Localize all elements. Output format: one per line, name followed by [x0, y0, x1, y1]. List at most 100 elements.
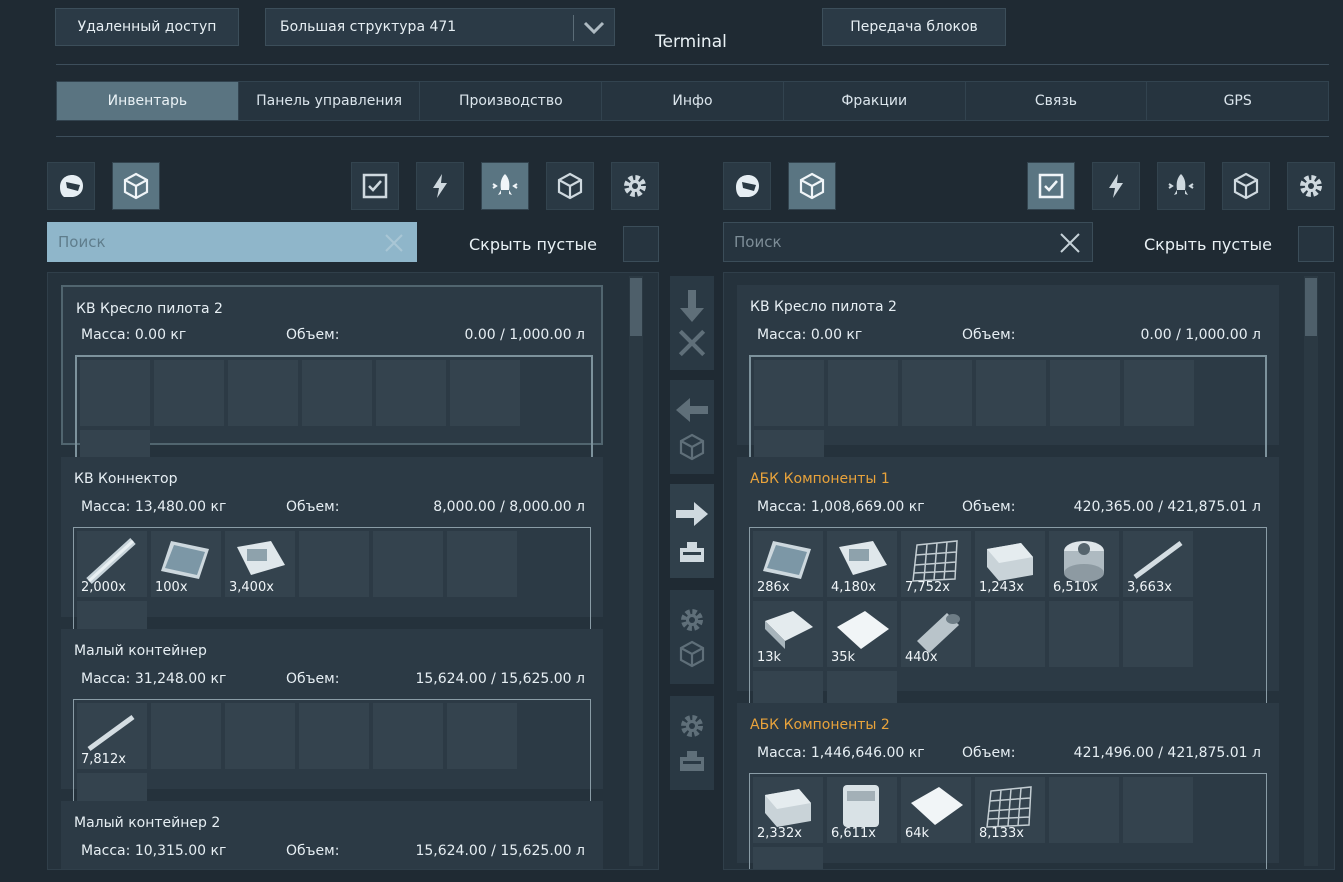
item-slot[interactable]: 286x: [753, 531, 823, 597]
right-filter-energy-button[interactable]: [1092, 162, 1140, 210]
item-slot[interactable]: 6,510x: [1049, 531, 1119, 597]
left-hide-empty-label: Скрыть пустые: [469, 235, 597, 254]
left-filter-storage-button[interactable]: [546, 162, 594, 210]
item-slot[interactable]: 4,180x: [827, 531, 897, 597]
right-filter-all-button[interactable]: [1027, 162, 1075, 210]
tab-production[interactable]: Производство: [420, 82, 603, 120]
grid-select-dropdown[interactable]: Большая структура 471: [265, 8, 615, 46]
inventory-slot[interactable]: [828, 360, 898, 426]
left-hide-empty-checkbox[interactable]: [623, 226, 659, 262]
inventory-slot[interactable]: [1123, 777, 1193, 843]
clear-icon[interactable]: [1058, 231, 1082, 255]
item-slot[interactable]: 64k: [901, 777, 971, 843]
right-filter-ship-button[interactable]: [1157, 162, 1205, 210]
right-scrollbar[interactable]: [1304, 276, 1318, 866]
inventory-slot[interactable]: [373, 531, 443, 597]
helmet-icon: [60, 175, 83, 197]
item-count: 1,243x: [979, 580, 1024, 595]
grid-settings-button[interactable]: [670, 590, 714, 684]
item-slot[interactable]: 6,611x: [827, 777, 897, 843]
left-card-small-container[interactable]: Малый контейнер Масса: 31,248.00 кг Объе…: [61, 629, 603, 843]
inventory-slot[interactable]: [1124, 360, 1194, 426]
inventory-slot[interactable]: [299, 531, 369, 597]
item-slot[interactable]: 1,243x: [975, 531, 1045, 597]
right-card-components-1[interactable]: АБК Компоненты 1 Масса: 1,008,669.00 кг …: [737, 457, 1279, 741]
item-slot[interactable]: 7,752x: [901, 531, 971, 597]
tab-gps[interactable]: GPS: [1147, 82, 1328, 120]
tab-info[interactable]: Инфо: [602, 82, 784, 120]
inventory-slot[interactable]: [447, 703, 517, 769]
inventory-slot[interactable]: [154, 360, 224, 426]
tab-inventory[interactable]: Инвентарь: [57, 82, 239, 120]
right-grid-filter-button[interactable]: [788, 162, 836, 210]
item-slot-tube[interactable]: 7,812x: [77, 703, 147, 769]
left-filter-all-button[interactable]: [351, 162, 399, 210]
inventory-slot[interactable]: [902, 360, 972, 426]
left-filter-ship-button[interactable]: [481, 162, 529, 210]
right-search-input[interactable]: Поиск: [723, 222, 1093, 262]
inventory-slot[interactable]: [976, 360, 1046, 426]
item-slot[interactable]: 2,332x: [753, 777, 823, 843]
item-slot[interactable]: 440x: [901, 601, 971, 667]
inventory-slot[interactable]: [151, 703, 221, 769]
tab-comms[interactable]: Связь: [966, 82, 1148, 120]
transfer-right-container-button[interactable]: [670, 484, 714, 578]
inventory-slot[interactable]: [754, 360, 824, 426]
inventory-slot[interactable]: [450, 360, 520, 426]
inventory-slot[interactable]: [302, 360, 372, 426]
tab-factions[interactable]: Фракции: [784, 82, 966, 120]
right-scrollbar-thumb[interactable]: [1305, 278, 1317, 336]
clear-icon[interactable]: [382, 231, 406, 255]
move-delete-button[interactable]: [670, 276, 714, 370]
transfer-left-grid-button[interactable]: [670, 380, 714, 474]
item-slot-component[interactable]: 3,400x: [225, 531, 295, 597]
item-slot[interactable]: 35k: [827, 601, 897, 667]
left-scrollbar-thumb[interactable]: [630, 278, 642, 336]
right-filter-system-button[interactable]: [1287, 162, 1335, 210]
inventory-slot[interactable]: [225, 703, 295, 769]
computer-icon: [839, 541, 887, 575]
right-character-filter-button[interactable]: [723, 162, 771, 210]
remote-access-button[interactable]: Удаленный доступ: [55, 8, 239, 46]
block-transfer-button[interactable]: Передача блоков: [822, 8, 1006, 46]
left-scrollbar[interactable]: [629, 276, 643, 866]
inventory-slot[interactable]: [447, 531, 517, 597]
metal-tube-icon: [87, 714, 135, 752]
inventory-slot[interactable]: [80, 360, 150, 426]
inventory-slot[interactable]: [1050, 360, 1120, 426]
container-settings-button[interactable]: [670, 696, 714, 790]
inventory-slot[interactable]: [1049, 601, 1119, 667]
inventory-slot[interactable]: [228, 360, 298, 426]
inventory-slot[interactable]: [753, 847, 823, 869]
left-grid-filter-button[interactable]: [112, 162, 160, 210]
volume-label: Объем:: [286, 499, 340, 515]
right-filter-storage-button[interactable]: [1222, 162, 1270, 210]
item-slot[interactable]: 8,133x: [975, 777, 1045, 843]
right-hide-empty-checkbox[interactable]: [1298, 226, 1334, 262]
tab-control-panel[interactable]: Панель управления: [239, 82, 421, 120]
inventory-slot[interactable]: [975, 601, 1045, 667]
item-slot-plate[interactable]: 100x: [151, 531, 221, 597]
inventory-slot[interactable]: [299, 703, 369, 769]
power-cell-icon: [987, 543, 1033, 581]
card-title: АБК Компоненты 2: [750, 717, 890, 733]
left-card-pilot-seat[interactable]: КВ Кресло пилота 2 Масса: 0.00 кг Объем:…: [61, 285, 603, 501]
item-slot[interactable]: 3,663x: [1123, 531, 1193, 597]
left-character-filter-button[interactable]: [47, 162, 95, 210]
right-card-pilot-seat[interactable]: КВ Кресло пилота 2 Масса: 0.00 кг Объем:…: [737, 285, 1279, 501]
item-slot[interactable]: 13k: [753, 601, 823, 667]
left-card-small-container-2[interactable]: Малый контейнер 2 Масса: 10,315.00 кг Об…: [61, 801, 603, 869]
left-filter-energy-button[interactable]: [416, 162, 464, 210]
left-card-connector[interactable]: КВ Коннектор Масса: 13,480.00 кг Объем: …: [61, 457, 603, 671]
right-card-components-2[interactable]: АБК Компоненты 2 Масса: 1,446,646.00 кг …: [737, 703, 1279, 869]
inventory-slot[interactable]: [376, 360, 446, 426]
inventory-slot[interactable]: [373, 703, 443, 769]
inventory-slot[interactable]: [1049, 777, 1119, 843]
item-slot-rod[interactable]: 2,000x: [77, 531, 147, 597]
cube-icon: [557, 172, 583, 200]
item-count: 13k: [757, 650, 782, 665]
left-search-input[interactable]: Поиск: [47, 222, 417, 262]
inventory-slot[interactable]: [1123, 601, 1193, 667]
left-filter-system-button[interactable]: [611, 162, 659, 210]
item-count: 6,611x: [831, 826, 876, 841]
